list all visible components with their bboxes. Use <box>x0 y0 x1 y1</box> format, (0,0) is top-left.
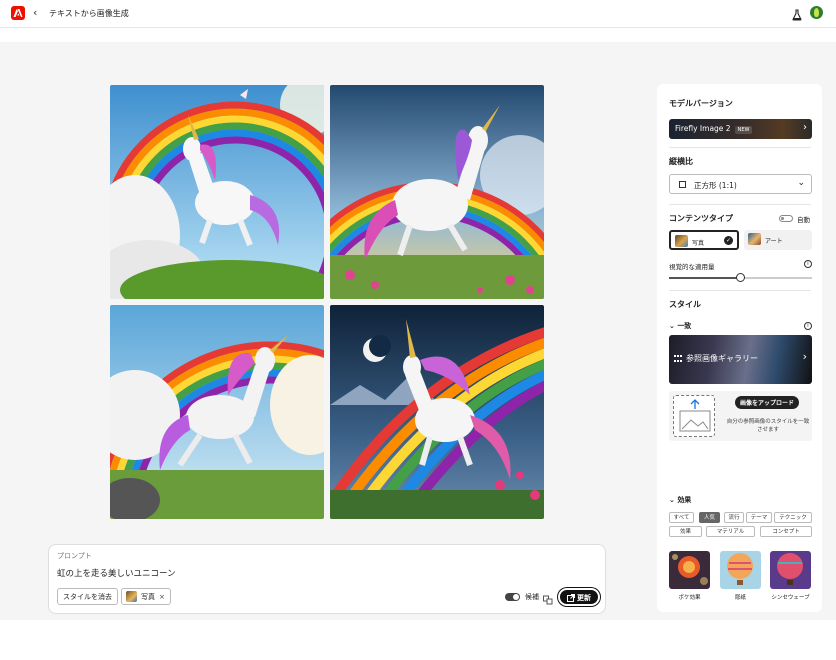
tag-material[interactable]: マテリアル <box>706 526 755 537</box>
checkmark-icon: ✓ <box>724 236 733 245</box>
model-version-title: モデルバージョン <box>669 99 733 108</box>
chevron-right-icon: › <box>803 122 807 133</box>
compare-icon[interactable] <box>543 590 553 605</box>
tag-effect[interactable]: 効果 <box>669 526 702 537</box>
info-icon[interactable]: i <box>804 322 812 330</box>
generate-button-label: 更新 <box>577 594 591 602</box>
art-thumbnail <box>748 233 761 245</box>
tag-concept[interactable]: コンセプト <box>760 526 812 537</box>
tag-theme[interactable]: テーマ <box>746 512 772 523</box>
match-title: 一致 <box>677 322 692 330</box>
content-type-photo-label: 写真 <box>692 240 705 247</box>
effect-synthwave-label: シンセウェーブ <box>771 595 810 601</box>
square-icon <box>679 181 686 188</box>
new-badge: NEW <box>734 126 753 134</box>
effect-paper-thumbnail <box>720 551 761 589</box>
style-title: スタイル <box>669 300 701 309</box>
effect-synthwave-thumbnail <box>770 551 811 589</box>
content-type-photo[interactable]: 写真 ✓ <box>669 230 739 250</box>
effect-bokeh-thumbnail <box>669 551 710 589</box>
effect-paper[interactable]: 彫紙 <box>720 551 761 601</box>
page-title: テキストから画像生成 <box>49 9 129 18</box>
generated-image-3[interactable] <box>110 305 324 519</box>
generate-button[interactable]: 更新 <box>558 588 600 606</box>
tag-trending[interactable]: 流行 <box>724 512 744 523</box>
content-type-art[interactable]: アート <box>744 230 812 250</box>
tag-all[interactable]: すべて <box>669 512 694 523</box>
adobe-logo-icon[interactable] <box>11 6 25 20</box>
generated-image-2[interactable] <box>330 85 544 299</box>
settings-panel: モデルバージョン Firefly Image 2 NEW › 縦横比 正方形 (1… <box>657 84 822 612</box>
image-upload-icon[interactable] <box>673 395 715 437</box>
grid-icon <box>674 355 682 362</box>
photo-thumbnail <box>675 235 688 247</box>
auto-label: 自動 <box>797 216 810 224</box>
model-name: Firefly Image 2 <box>675 124 731 133</box>
aspect-ratio-title: 縦横比 <box>669 157 693 166</box>
match-section-toggle[interactable]: ⌄ 一致 <box>669 321 691 331</box>
visual-intensity-label: 視覚的な適用量 <box>669 263 715 271</box>
effect-bokeh-label: ボケ効果 <box>678 595 701 601</box>
divider <box>669 147 811 148</box>
effects-title: 効果 <box>677 496 692 504</box>
candidates-label: 候補 <box>525 593 539 601</box>
prompt-label: プロンプト <box>57 552 92 560</box>
model-version-selector[interactable]: Firefly Image 2 NEW › <box>669 119 812 139</box>
prompt-box: プロンプト 虹の上を走る美しいユニコーン スタイルを消去 写真 × 候補 更新 <box>48 544 606 614</box>
generated-image-4[interactable] <box>330 305 544 519</box>
generated-images-grid <box>110 85 545 520</box>
chevron-right-icon: › <box>802 350 807 363</box>
effect-bokeh[interactable]: ボケ効果 <box>669 551 710 601</box>
style-chip-photo[interactable]: 写真 × <box>121 588 171 605</box>
clear-style-button[interactable]: スタイルを消去 <box>57 588 118 605</box>
aspect-ratio-value: 正方形 (1:1) <box>694 181 737 190</box>
avatar[interactable] <box>810 6 823 19</box>
tag-popular[interactable]: 人気 <box>699 512 720 523</box>
flask-icon[interactable] <box>792 6 802 25</box>
upload-image-button[interactable]: 画像をアップロード <box>735 396 800 409</box>
visual-intensity-fill <box>669 277 741 279</box>
auto-toggle[interactable] <box>779 215 793 222</box>
style-chip-label: 写真 <box>141 593 155 601</box>
generated-image-1[interactable] <box>110 85 324 299</box>
info-icon[interactable]: i <box>804 260 812 268</box>
reference-gallery-label: 参照画像ギャラリー <box>686 354 758 363</box>
back-icon[interactable]: ‹ <box>33 6 37 19</box>
candidates-toggle[interactable] <box>505 593 520 601</box>
prompt-input[interactable]: 虹の上を走る美しいユニコーン <box>57 567 176 579</box>
divider <box>669 290 811 291</box>
effect-paper-label: 彫紙 <box>734 595 746 601</box>
effects-section-toggle[interactable]: ⌄ 効果 <box>669 495 691 505</box>
close-icon[interactable]: × <box>159 593 165 601</box>
upload-hint: 自分の参照画像のスタイルを一致させます <box>726 419 810 433</box>
chevron-down-icon: ⌄ <box>797 178 805 188</box>
tag-technique[interactable]: テクニック <box>774 512 812 523</box>
aspect-ratio-select[interactable]: 正方形 (1:1) ⌄ <box>669 174 812 194</box>
content-type-title: コンテンツタイプ <box>669 214 733 223</box>
content-type-art-label: アート <box>765 238 783 245</box>
upload-reference-area[interactable]: 画像をアップロード 自分の参照画像のスタイルを一致させます <box>669 391 812 441</box>
visual-intensity-handle[interactable] <box>736 273 745 282</box>
top-bar: ‹ テキストから画像生成 <box>0 0 836 28</box>
photo-style-thumbnail <box>126 591 137 602</box>
workspace: プロンプト 虹の上を走る美しいユニコーン スタイルを消去 写真 × 候補 更新 モ… <box>0 42 836 620</box>
divider <box>669 204 811 205</box>
effect-synthwave[interactable]: シンセウェーブ <box>770 551 811 601</box>
reference-gallery-button[interactable]: 参照画像ギャラリー › <box>669 335 812 384</box>
